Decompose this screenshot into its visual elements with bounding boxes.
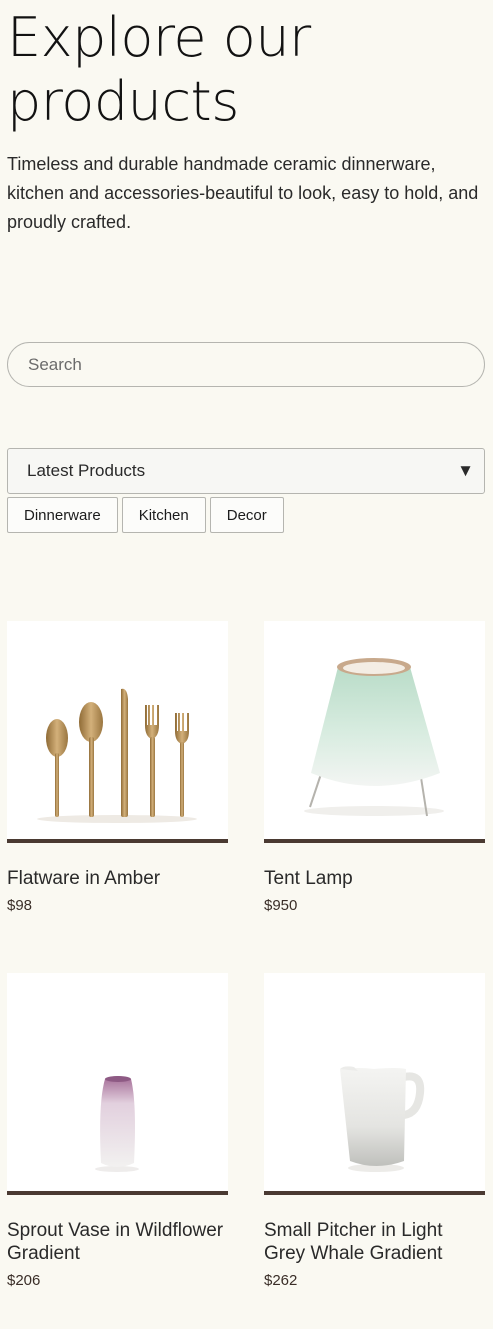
product-price: $206 [7, 1272, 41, 1289]
sort-select-value: Latest Products [27, 461, 146, 480]
product-image-pitcher[interactable] [264, 973, 485, 1195]
product-image-lamp[interactable] [264, 621, 485, 843]
filter-kitchen-button[interactable]: Kitchen [121, 497, 206, 533]
caret-down-icon: ▼ [457, 461, 474, 480]
product-card[interactable]: Small Pitcher in Light Grey Whale Gradie… [264, 973, 485, 1289]
product-name[interactable]: Small Pitcher in Light Grey Whale Gradie… [264, 1219, 485, 1265]
category-filters: Dinnerware Kitchen Decor [7, 497, 284, 533]
pitcher-illustration [340, 1066, 425, 1172]
product-image-vase[interactable] [7, 973, 228, 1195]
product-name[interactable]: Tent Lamp [264, 867, 485, 890]
product-name[interactable]: Flatware in Amber [7, 867, 228, 890]
product-image-flatware[interactable] [7, 621, 228, 843]
filter-decor-button[interactable]: Decor [209, 497, 284, 533]
vase-illustration [95, 1076, 139, 1172]
search-input[interactable] [7, 342, 485, 387]
product-card[interactable]: Tent Lamp $950 [264, 621, 485, 914]
sort-select[interactable]: Latest Products ▼ [7, 448, 485, 494]
product-price: $950 [264, 897, 298, 914]
lamp-illustration [304, 658, 444, 817]
page-subtitle: Timeless and durable handmade ceramic di… [7, 154, 479, 232]
filter-dinnerware-button[interactable]: Dinnerware [7, 497, 118, 533]
flatware-illustration [37, 688, 197, 823]
product-price: $262 [264, 1272, 298, 1289]
page-title: Explore our products [7, 6, 311, 133]
product-card[interactable]: Flatware in Amber $98 [7, 621, 228, 914]
product-name[interactable]: Sprout Vase in Wildflower Gradient [7, 1219, 228, 1265]
product-card[interactable]: Sprout Vase in Wildflower Gradient $206 [7, 973, 228, 1289]
product-price: $98 [7, 897, 33, 914]
